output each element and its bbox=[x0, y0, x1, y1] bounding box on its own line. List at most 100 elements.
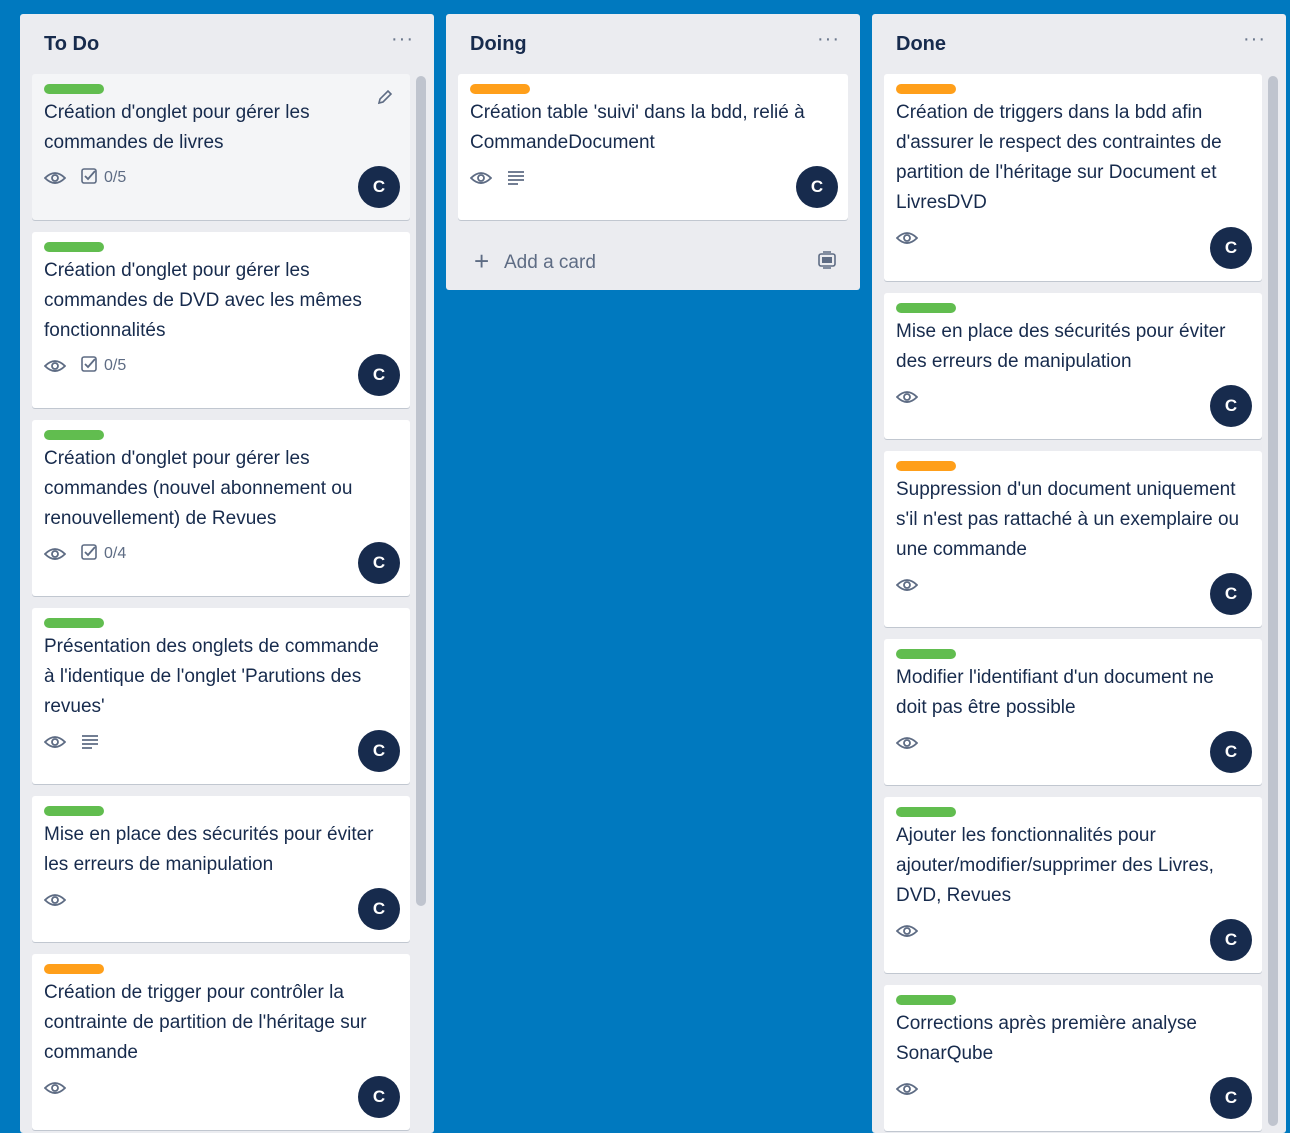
card-label-orange bbox=[44, 964, 104, 974]
card-label-green bbox=[896, 649, 956, 659]
card-list: Création d'onglet pour gérer les command… bbox=[20, 74, 434, 1130]
card-label-green bbox=[896, 303, 956, 313]
eye-icon bbox=[44, 171, 66, 185]
card-badges bbox=[896, 1073, 1250, 1105]
card-label-green bbox=[44, 242, 104, 252]
checklist-icon bbox=[80, 167, 98, 190]
card-title: Présentation des onglets de commande à l… bbox=[44, 636, 379, 717]
card-badges bbox=[896, 569, 1250, 601]
avatar[interactable]: C bbox=[1210, 227, 1252, 269]
checklist-count: 0/5 bbox=[104, 357, 127, 374]
card-label-orange bbox=[896, 461, 956, 471]
scrollbar[interactable] bbox=[1268, 76, 1278, 1126]
list-title[interactable]: Doing bbox=[470, 33, 527, 56]
avatar[interactable]: C bbox=[358, 354, 400, 396]
avatar[interactable]: C bbox=[358, 730, 400, 772]
checklist-count: 0/5 bbox=[104, 169, 127, 186]
card[interactable]: Ajouter les fonctionnalités pour ajouter… bbox=[884, 797, 1262, 973]
eye-icon bbox=[896, 736, 918, 750]
checklist-badge: 0/4 bbox=[80, 543, 126, 566]
card[interactable]: Création de triggers dans la bdd afin d'… bbox=[884, 74, 1262, 281]
avatar[interactable]: C bbox=[1210, 919, 1252, 961]
eye-icon bbox=[44, 1081, 66, 1095]
card-title: Corrections après première analyse Sonar… bbox=[896, 1013, 1197, 1064]
card[interactable]: Création d'onglet pour gérer les command… bbox=[32, 420, 410, 596]
checklist-icon bbox=[80, 543, 98, 566]
list-title[interactable]: Done bbox=[896, 33, 946, 56]
card-label-orange bbox=[896, 84, 956, 94]
card-badges bbox=[44, 726, 398, 758]
avatar[interactable]: C bbox=[358, 166, 400, 208]
checklist-badge: 0/5 bbox=[80, 355, 126, 378]
eye-icon bbox=[44, 735, 66, 749]
card-badges bbox=[44, 884, 398, 916]
list-doing: Doing ··· Création table 'suivi' dans la… bbox=[446, 14, 860, 290]
avatar[interactable]: C bbox=[1210, 731, 1252, 773]
card[interactable]: Création d'onglet pour gérer les command… bbox=[32, 232, 410, 408]
eye-icon bbox=[44, 547, 66, 561]
card-badges bbox=[44, 1072, 398, 1104]
card-badges bbox=[470, 162, 836, 194]
description-icon bbox=[506, 170, 526, 186]
card[interactable]: Création table 'suivi' dans la bdd, reli… bbox=[458, 74, 848, 220]
eye-icon bbox=[896, 1082, 918, 1096]
card-badges: 0/5 bbox=[44, 162, 398, 194]
card-badges bbox=[896, 727, 1250, 759]
card-badges bbox=[896, 381, 1250, 413]
eye-icon bbox=[44, 893, 66, 907]
list-done: Done ··· Création de triggers dans la bd… bbox=[872, 14, 1286, 1133]
list-menu-button[interactable]: ··· bbox=[1243, 28, 1266, 51]
card[interactable]: Corrections après première analyse Sonar… bbox=[884, 985, 1262, 1131]
card-badges: 0/4 bbox=[44, 538, 398, 570]
eye-icon bbox=[44, 359, 66, 373]
card-list: Création de triggers dans la bdd afin d'… bbox=[872, 74, 1286, 1131]
list-menu-button[interactable]: ··· bbox=[391, 28, 414, 51]
avatar[interactable]: C bbox=[1210, 573, 1252, 615]
card[interactable]: Mise en place des sécurités pour éviter … bbox=[884, 293, 1262, 439]
plus-icon: + bbox=[474, 246, 490, 276]
card-title: Suppression d'un document uniquement s'i… bbox=[896, 479, 1240, 560]
pencil-icon[interactable] bbox=[376, 88, 394, 111]
board: To Do ··· Création d'onglet pour gérer l… bbox=[0, 0, 1290, 1133]
card[interactable]: Création d'onglet pour gérer les command… bbox=[32, 74, 410, 220]
list-todo: To Do ··· Création d'onglet pour gérer l… bbox=[20, 14, 434, 1133]
description-icon bbox=[80, 734, 100, 750]
avatar[interactable]: C bbox=[358, 542, 400, 584]
card[interactable]: Présentation des onglets de commande à l… bbox=[32, 608, 410, 784]
eye-icon bbox=[896, 578, 918, 592]
eye-icon bbox=[896, 924, 918, 938]
card-badges: 0/5 bbox=[44, 350, 398, 382]
list-header: To Do ··· bbox=[20, 14, 434, 74]
card-label-green bbox=[896, 807, 956, 817]
card-list: Création table 'suivi' dans la bdd, reli… bbox=[446, 74, 860, 220]
card-template-icon[interactable] bbox=[816, 250, 838, 275]
checklist-badge: 0/5 bbox=[80, 167, 126, 190]
avatar[interactable]: C bbox=[796, 166, 838, 208]
avatar[interactable]: C bbox=[1210, 385, 1252, 427]
card-title: Mise en place des sécurités pour éviter … bbox=[44, 824, 374, 875]
list-title[interactable]: To Do bbox=[44, 33, 99, 56]
eye-icon bbox=[470, 171, 492, 185]
avatar[interactable]: C bbox=[358, 888, 400, 930]
eye-icon bbox=[896, 390, 918, 404]
card-title: Création d'onglet pour gérer les command… bbox=[44, 102, 310, 153]
card-title: Création de trigger pour contrôler la co… bbox=[44, 982, 367, 1063]
card-title: Ajouter les fonctionnalités pour ajouter… bbox=[896, 825, 1214, 906]
add-card-button[interactable]: + Add a card bbox=[446, 232, 860, 290]
card-label-green bbox=[896, 995, 956, 1005]
card-label-green bbox=[44, 806, 104, 816]
card[interactable]: Mise en place des sécurités pour éviter … bbox=[32, 796, 410, 942]
card[interactable]: Suppression d'un document uniquement s'i… bbox=[884, 451, 1262, 627]
checklist-icon bbox=[80, 355, 98, 378]
list-menu-button[interactable]: ··· bbox=[817, 28, 840, 51]
card[interactable]: Création de trigger pour contrôler la co… bbox=[32, 954, 410, 1130]
card-badges bbox=[896, 222, 1250, 254]
avatar[interactable]: C bbox=[1210, 1077, 1252, 1119]
avatar[interactable]: C bbox=[358, 1076, 400, 1118]
scrollbar[interactable] bbox=[416, 76, 426, 906]
card-badges bbox=[896, 915, 1250, 947]
card-label-orange bbox=[470, 84, 530, 94]
list-header: Done ··· bbox=[872, 14, 1286, 74]
card[interactable]: Modifier l'identifiant d'un document ne … bbox=[884, 639, 1262, 785]
add-card-label: Add a card bbox=[504, 252, 596, 273]
